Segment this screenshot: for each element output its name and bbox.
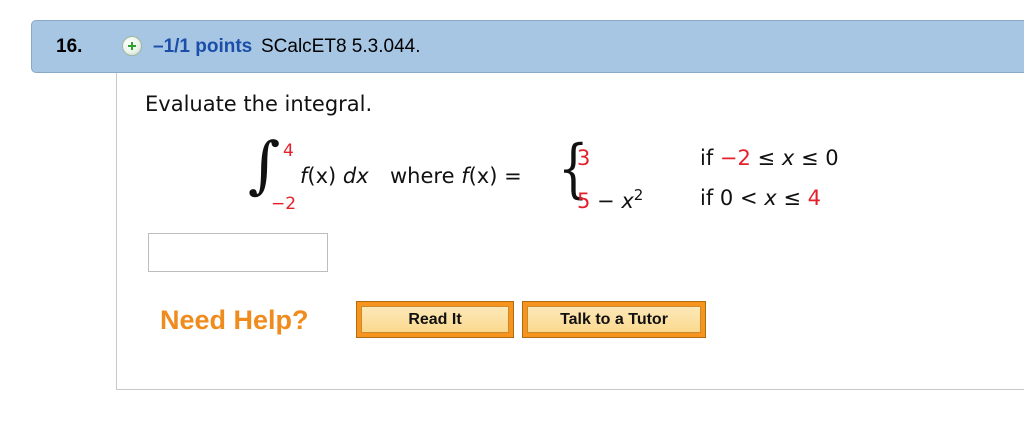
talk-to-tutor-button[interactable]: Talk to a Tutor [522, 301, 706, 338]
read-it-button[interactable]: Read It [356, 301, 514, 338]
expand-plus-icon[interactable] [122, 36, 142, 56]
case-2-value: 5 − x2 [577, 186, 644, 213]
integrand: f(x) dx [300, 164, 369, 188]
case-1-condition: if −2 ≤ x ≤ 0 [700, 146, 839, 170]
integral-sign-icon: ∫ [248, 128, 281, 201]
integral-upper-limit: 4 [283, 141, 294, 161]
question-number: 16. [56, 36, 83, 57]
integral-lower-limit: −2 [271, 194, 297, 214]
case-1-value: 3 [577, 146, 591, 170]
case-2-condition: if 0 < x ≤ 4 [700, 186, 821, 210]
function-definition-label: where f(x) = [390, 164, 522, 188]
talk-to-tutor-label: Talk to a Tutor [527, 306, 701, 333]
need-help-label: Need Help? [160, 305, 309, 335]
answer-input[interactable] [148, 233, 328, 272]
question-header: 16. –1/1 points SCalcET8 5.3.044. [31, 20, 1024, 73]
question-prompt: Evaluate the integral. [145, 92, 373, 116]
question-panel [116, 73, 1024, 390]
read-it-label: Read It [361, 306, 509, 333]
problem-source: SCalcET8 5.3.044. [261, 36, 421, 57]
points-score: –1/1 points [153, 36, 253, 57]
